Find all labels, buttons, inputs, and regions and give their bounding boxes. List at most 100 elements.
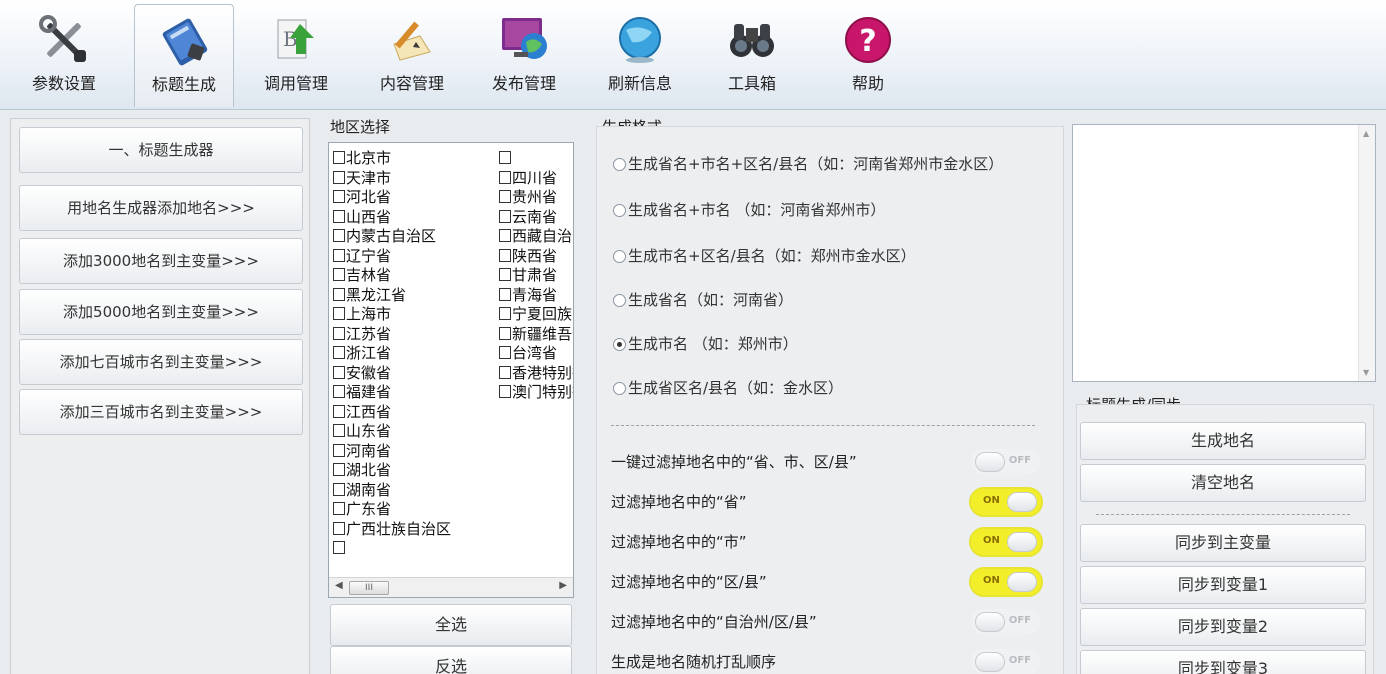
radio-button-icon[interactable]: [613, 338, 626, 351]
checkbox-icon[interactable]: [333, 209, 345, 223]
region-checkbox-item[interactable]: 浙江省: [333, 344, 498, 364]
region-checkbox-item[interactable]: 湖北省: [333, 461, 498, 481]
add-names-by-generator-button[interactable]: 用地名生成器添加地名>>>: [19, 185, 303, 231]
toolbar-params-settings[interactable]: 参数设置: [14, 4, 114, 104]
region-checkbox-item[interactable]: 青海省: [499, 286, 573, 306]
format-radio-option[interactable]: 生成市名 （如：郑州市）: [613, 333, 798, 355]
radio-button-icon[interactable]: [613, 204, 626, 217]
region-checkbox-item[interactable]: 河南省: [333, 442, 498, 462]
toggle-knob[interactable]: [975, 452, 1005, 472]
filter-toggle-switch[interactable]: OFF: [971, 649, 1041, 674]
toolbar-help[interactable]: ? 帮助: [818, 4, 918, 104]
region-checkbox-item[interactable]: 上海市: [333, 305, 498, 325]
checkbox-icon[interactable]: [333, 482, 345, 496]
toolbar-call-management[interactable]: B 调用管理: [246, 4, 346, 104]
add-700-cities-button[interactable]: 添加七百城市名到主变量>>>: [19, 339, 303, 385]
scroll-left-icon[interactable]: ◀: [335, 580, 343, 591]
checkbox-icon[interactable]: [499, 248, 511, 262]
format-radio-option[interactable]: 生成市名+区名/县名（如：郑州市金水区）: [613, 245, 916, 267]
region-checkbox-item[interactable]: 台湾省: [499, 344, 573, 364]
filter-toggle-switch[interactable]: ON: [971, 489, 1041, 515]
radio-button-icon[interactable]: [613, 250, 626, 263]
scroll-up-icon[interactable]: ▲: [1363, 129, 1369, 138]
checkbox-icon[interactable]: [333, 151, 345, 164]
checkbox-icon[interactable]: [333, 365, 345, 379]
invert-selection-button[interactable]: 反选: [330, 646, 572, 674]
radio-button-icon[interactable]: [613, 158, 626, 171]
region-checkbox-item[interactable]: 福建省: [333, 383, 498, 403]
checkbox-icon[interactable]: [333, 248, 345, 262]
filter-toggle-switch[interactable]: OFF: [971, 609, 1041, 635]
region-checkbox-item[interactable]: 山西省: [333, 208, 498, 228]
region-checkbox-item[interactable]: 新疆维吾尔自治区: [499, 325, 573, 345]
region-checkbox-item[interactable]: 吉林省: [333, 266, 498, 286]
sync-to-variable-1-button[interactable]: 同步到变量1: [1080, 566, 1366, 604]
region-checkbox-item[interactable]: 河北省: [333, 188, 498, 208]
add-300-cities-button[interactable]: 添加三百城市名到主变量>>>: [19, 389, 303, 435]
add-3000-names-button[interactable]: 添加3000地名到主变量>>>: [19, 238, 303, 284]
checkbox-icon[interactable]: [333, 463, 345, 476]
region-checkbox-item[interactable]: 广西壮族自治区: [333, 520, 498, 540]
scroll-right-icon[interactable]: ▶: [559, 580, 567, 591]
filter-toggle-switch[interactable]: ON: [971, 529, 1041, 555]
output-textarea[interactable]: ▲ ▼: [1072, 124, 1376, 382]
toggle-knob[interactable]: [1007, 572, 1037, 592]
region-checkbox-item[interactable]: [499, 149, 573, 169]
toggle-knob[interactable]: [975, 652, 1005, 672]
output-vertical-scrollbar[interactable]: ▲ ▼: [1358, 125, 1375, 381]
checkbox-icon[interactable]: [333, 521, 345, 535]
region-checkbox-item[interactable]: 山东省: [333, 422, 498, 442]
checkbox-icon[interactable]: [499, 268, 511, 281]
checkbox-icon[interactable]: [333, 443, 345, 457]
format-radio-option[interactable]: 生成省名（如：河南省）: [613, 289, 793, 311]
region-checkbox-item[interactable]: 辽宁省: [333, 247, 498, 267]
scroll-down-icon[interactable]: ▼: [1363, 368, 1369, 377]
checkbox-icon[interactable]: [333, 268, 345, 281]
checkbox-icon[interactable]: [499, 287, 511, 301]
checkbox-icon[interactable]: [499, 190, 511, 203]
region-checklist[interactable]: 北京市 天津市 河北省 山西省 内蒙古自治区 辽宁省 吉林省 黑龙江省 上海市 江苏省 浙江省 安徽省…: [328, 142, 574, 598]
region-checkbox-item[interactable]: 广东省: [333, 500, 498, 520]
checkbox-icon[interactable]: [499, 326, 511, 340]
scroll-thumb[interactable]: III: [349, 581, 389, 595]
title-generator-button[interactable]: 一、标题生成器: [19, 127, 303, 173]
region-checkbox-item[interactable]: 湖南省: [333, 481, 498, 501]
checkbox-icon[interactable]: [333, 385, 345, 398]
checkbox-icon[interactable]: [333, 307, 345, 320]
checkbox-icon[interactable]: [333, 502, 345, 515]
region-checkbox-item[interactable]: 云南省: [499, 208, 573, 228]
toggle-knob[interactable]: [1007, 492, 1037, 512]
toolbar-toolbox[interactable]: 工具箱: [702, 4, 802, 104]
sync-to-variable-3-button[interactable]: 同步到变量3: [1080, 650, 1366, 674]
checkbox-icon[interactable]: [333, 541, 345, 554]
generate-names-button[interactable]: 生成地名: [1080, 422, 1366, 460]
region-checkbox-item[interactable]: 北京市: [333, 149, 498, 169]
region-checkbox-item[interactable]: 贵州省: [499, 188, 573, 208]
checkbox-icon[interactable]: [499, 365, 511, 379]
checkbox-icon[interactable]: [499, 346, 511, 359]
format-radio-option[interactable]: 生成省名+市名 （如：河南省郑州市）: [613, 199, 885, 221]
region-checkbox-item[interactable]: 澳门特别行政区: [499, 383, 573, 403]
region-checkbox-item[interactable]: 西藏自治区: [499, 227, 573, 247]
radio-button-icon[interactable]: [613, 294, 626, 307]
clear-names-button[interactable]: 清空地名: [1080, 464, 1366, 502]
checkbox-icon[interactable]: [499, 151, 511, 164]
select-all-button[interactable]: 全选: [330, 604, 572, 646]
region-checkbox-item[interactable]: [333, 539, 498, 559]
checkbox-icon[interactable]: [499, 170, 511, 184]
checkbox-icon[interactable]: [499, 385, 511, 398]
checkbox-icon[interactable]: [333, 229, 345, 242]
format-radio-option[interactable]: 生成省区名/县名（如：金水区）: [613, 377, 843, 399]
checkbox-icon[interactable]: [499, 209, 511, 223]
checkbox-icon[interactable]: [499, 229, 511, 242]
checkbox-icon[interactable]: [333, 287, 345, 301]
region-checkbox-item[interactable]: 天津市: [333, 169, 498, 189]
region-checkbox-item[interactable]: 宁夏回族自治区: [499, 305, 573, 325]
format-radio-option[interactable]: 生成省名+市名+区名/县名（如：河南省郑州市金水区）: [613, 153, 1003, 175]
filter-toggle-switch[interactable]: OFF: [971, 449, 1041, 475]
sync-to-main-variable-button[interactable]: 同步到主变量: [1080, 524, 1366, 562]
toggle-knob[interactable]: [1007, 532, 1037, 552]
region-checkbox-item[interactable]: 江苏省: [333, 325, 498, 345]
region-checkbox-item[interactable]: 黑龙江省: [333, 286, 498, 306]
region-horizontal-scrollbar[interactable]: ◀ III ▶: [329, 577, 573, 597]
